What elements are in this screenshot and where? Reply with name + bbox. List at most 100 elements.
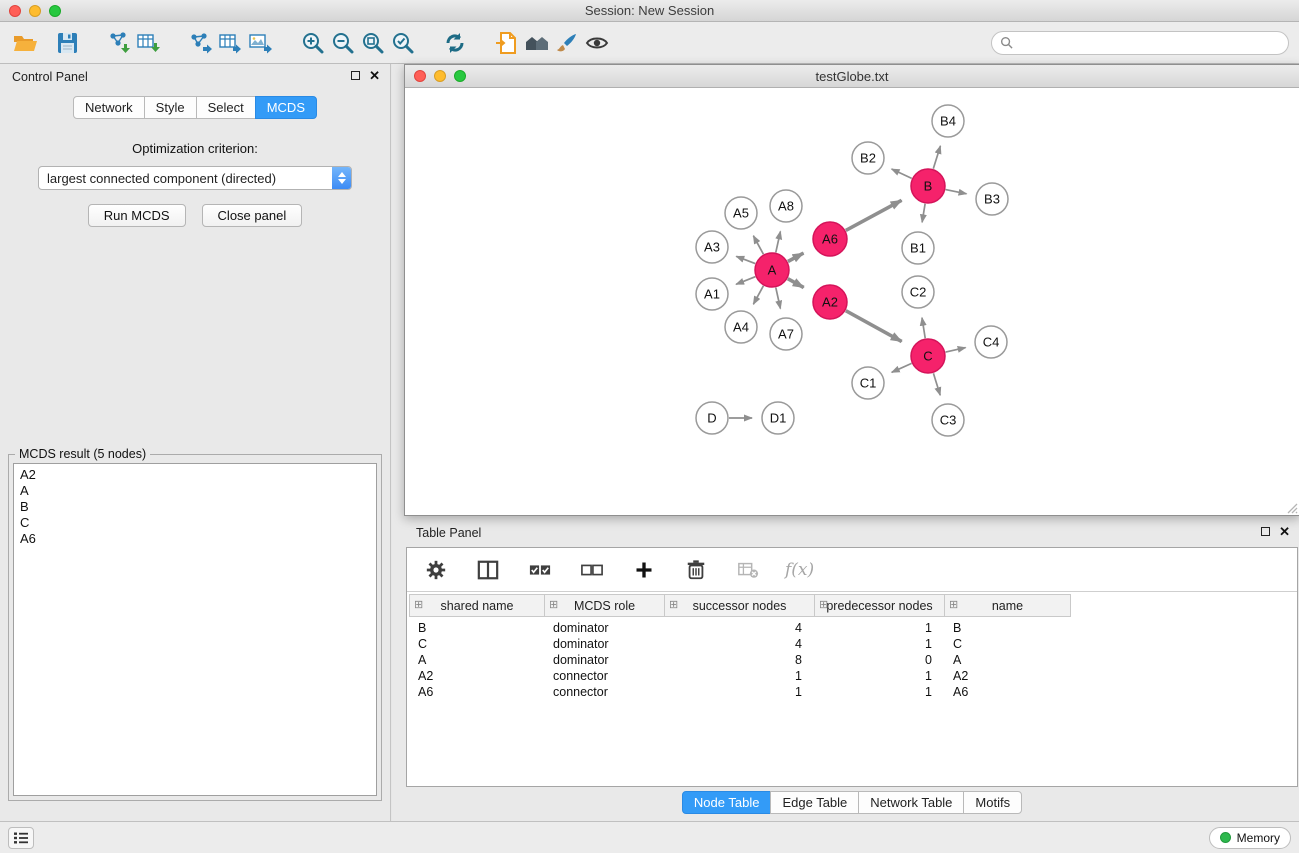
graph-edge-C-C4[interactable]	[946, 348, 966, 353]
export-network-icon[interactable]	[186, 28, 216, 58]
graph-node-C3[interactable]: C3	[932, 404, 964, 436]
close-panel-button[interactable]: Close panel	[202, 204, 303, 227]
save-session-icon[interactable]	[52, 28, 82, 58]
graph-edge-A-A1[interactable]	[736, 277, 755, 285]
titlebar[interactable]: Session: New Session	[0, 0, 1299, 22]
show-panels-button[interactable]	[8, 827, 34, 849]
tab-network-table[interactable]: Network Table	[858, 791, 964, 814]
graph-node-C4[interactable]: C4	[975, 326, 1007, 358]
column-header[interactable]: ⊞name	[945, 595, 1070, 616]
graph-node-A2[interactable]: A2	[813, 285, 847, 319]
list-item[interactable]: A2	[20, 467, 370, 483]
minimize-window-button[interactable]	[29, 5, 41, 17]
graph-node-D[interactable]: D	[696, 402, 728, 434]
graph-edge-A2-C[interactable]	[846, 311, 902, 342]
graph-edge-A-A7[interactable]	[776, 288, 781, 309]
graph-node-B4[interactable]: B4	[932, 105, 964, 137]
graph-edge-A-A3[interactable]	[736, 256, 755, 263]
list-item[interactable]: A6	[20, 531, 370, 547]
column-header[interactable]: ⊞successor nodes	[665, 595, 815, 616]
select-all-icon[interactable]	[525, 555, 555, 585]
float-table-panel-icon[interactable]	[1261, 527, 1270, 536]
close-network-window-button[interactable]	[414, 70, 426, 82]
graph-node-C1[interactable]: C1	[852, 367, 884, 399]
graph-node-B2[interactable]: B2	[852, 142, 884, 174]
tab-node-table[interactable]: Node Table	[682, 791, 772, 814]
close-window-button[interactable]	[9, 5, 21, 17]
zoom-window-button[interactable]	[49, 5, 61, 17]
graph-node-A[interactable]: A	[755, 253, 789, 287]
search-input[interactable]	[1018, 36, 1280, 50]
style-brush-icon[interactable]	[552, 28, 582, 58]
zoom-network-window-button[interactable]	[454, 70, 466, 82]
open-session-file-icon[interactable]	[492, 28, 522, 58]
network-canvas[interactable]: B4B2BB3A5A8A6A3B1AC2A1A2A4A7C4CC1C3DD1	[405, 88, 1299, 515]
zoom-selected-icon[interactable]	[388, 28, 418, 58]
graph-node-B[interactable]: B	[911, 169, 945, 203]
graph-node-B3[interactable]: B3	[976, 183, 1008, 215]
graph-edge-B-B1[interactable]	[922, 204, 925, 223]
graph-edge-B-B4[interactable]	[933, 146, 940, 169]
close-panel-icon[interactable]: ✕	[369, 71, 380, 80]
graph-node-A3[interactable]: A3	[696, 231, 728, 263]
zoom-in-icon[interactable]	[298, 28, 328, 58]
graph-edge-A-A5[interactable]	[753, 236, 763, 254]
tab-mcds[interactable]: MCDS	[255, 96, 317, 119]
list-item[interactable]: C	[20, 515, 370, 531]
eye-icon[interactable]	[582, 28, 612, 58]
graph-node-A5[interactable]: A5	[725, 197, 757, 229]
column-header[interactable]: ⊞predecessor nodes	[815, 595, 945, 616]
show-columns-icon[interactable]	[473, 555, 503, 585]
graph-edge-C-C3[interactable]	[933, 373, 940, 395]
add-column-icon[interactable]	[629, 555, 659, 585]
export-table-icon[interactable]	[216, 28, 246, 58]
graph-edge-A-A4[interactable]	[753, 286, 763, 304]
graph-edge-B-B3[interactable]	[946, 190, 967, 194]
list-item[interactable]: B	[20, 499, 370, 515]
zoom-fit-icon[interactable]	[358, 28, 388, 58]
float-panel-icon[interactable]	[351, 71, 360, 80]
run-mcds-button[interactable]: Run MCDS	[88, 204, 186, 227]
table-settings-icon[interactable]	[421, 555, 451, 585]
memory-button[interactable]: Memory	[1209, 827, 1291, 849]
graph-edge-A-A6[interactable]	[788, 253, 804, 261]
close-table-panel-icon[interactable]: ✕	[1279, 527, 1290, 536]
zoom-out-icon[interactable]	[328, 28, 358, 58]
table-row[interactable]: Cdominator41C	[409, 636, 1295, 652]
open-session-icon[interactable]	[10, 28, 40, 58]
graph-edge-C-C2[interactable]	[922, 318, 925, 339]
export-image-icon[interactable]	[246, 28, 276, 58]
graph-node-A7[interactable]: A7	[770, 318, 802, 350]
tab-edge-table[interactable]: Edge Table	[770, 791, 859, 814]
search-box[interactable]	[991, 31, 1289, 55]
delete-column-icon[interactable]	[681, 555, 711, 585]
import-network-icon[interactable]	[104, 28, 134, 58]
column-header[interactable]: ⊞shared name	[410, 595, 545, 616]
graph-node-D1[interactable]: D1	[762, 402, 794, 434]
table-row[interactable]: Adominator80A	[409, 652, 1295, 668]
criterion-select[interactable]: largest connected component (directed)	[38, 166, 352, 190]
graph-edge-B-B2[interactable]	[892, 169, 912, 178]
graph-node-A4[interactable]: A4	[725, 311, 757, 343]
graph-edge-A-A2[interactable]	[788, 279, 804, 288]
graph-edge-A-A8[interactable]	[776, 231, 781, 252]
mcds-result-list[interactable]: A2ABCA6	[13, 463, 377, 796]
network-canvas-svg[interactable]: B4B2BB3A5A8A6A3B1AC2A1A2A4A7C4CC1C3DD1	[405, 88, 1299, 515]
graph-edge-A6-B[interactable]	[846, 200, 902, 230]
home-icon[interactable]	[522, 28, 552, 58]
table-row[interactable]: A2connector11A2	[409, 668, 1295, 684]
tab-network[interactable]: Network	[73, 96, 145, 119]
graph-node-A6[interactable]: A6	[813, 222, 847, 256]
resize-grip-icon[interactable]	[1286, 502, 1298, 514]
refresh-icon[interactable]	[440, 28, 470, 58]
column-header[interactable]: ⊞MCDS role	[545, 595, 665, 616]
network-window-titlebar[interactable]: testGlobe.txt	[405, 65, 1299, 88]
graph-node-C[interactable]: C	[911, 339, 945, 373]
graph-node-C2[interactable]: C2	[902, 276, 934, 308]
unselect-all-icon[interactable]	[577, 555, 607, 585]
tab-motifs[interactable]: Motifs	[963, 791, 1022, 814]
graph-node-A1[interactable]: A1	[696, 278, 728, 310]
graph-node-B1[interactable]: B1	[902, 232, 934, 264]
import-table-icon[interactable]	[134, 28, 164, 58]
tab-select[interactable]: Select	[196, 96, 256, 119]
